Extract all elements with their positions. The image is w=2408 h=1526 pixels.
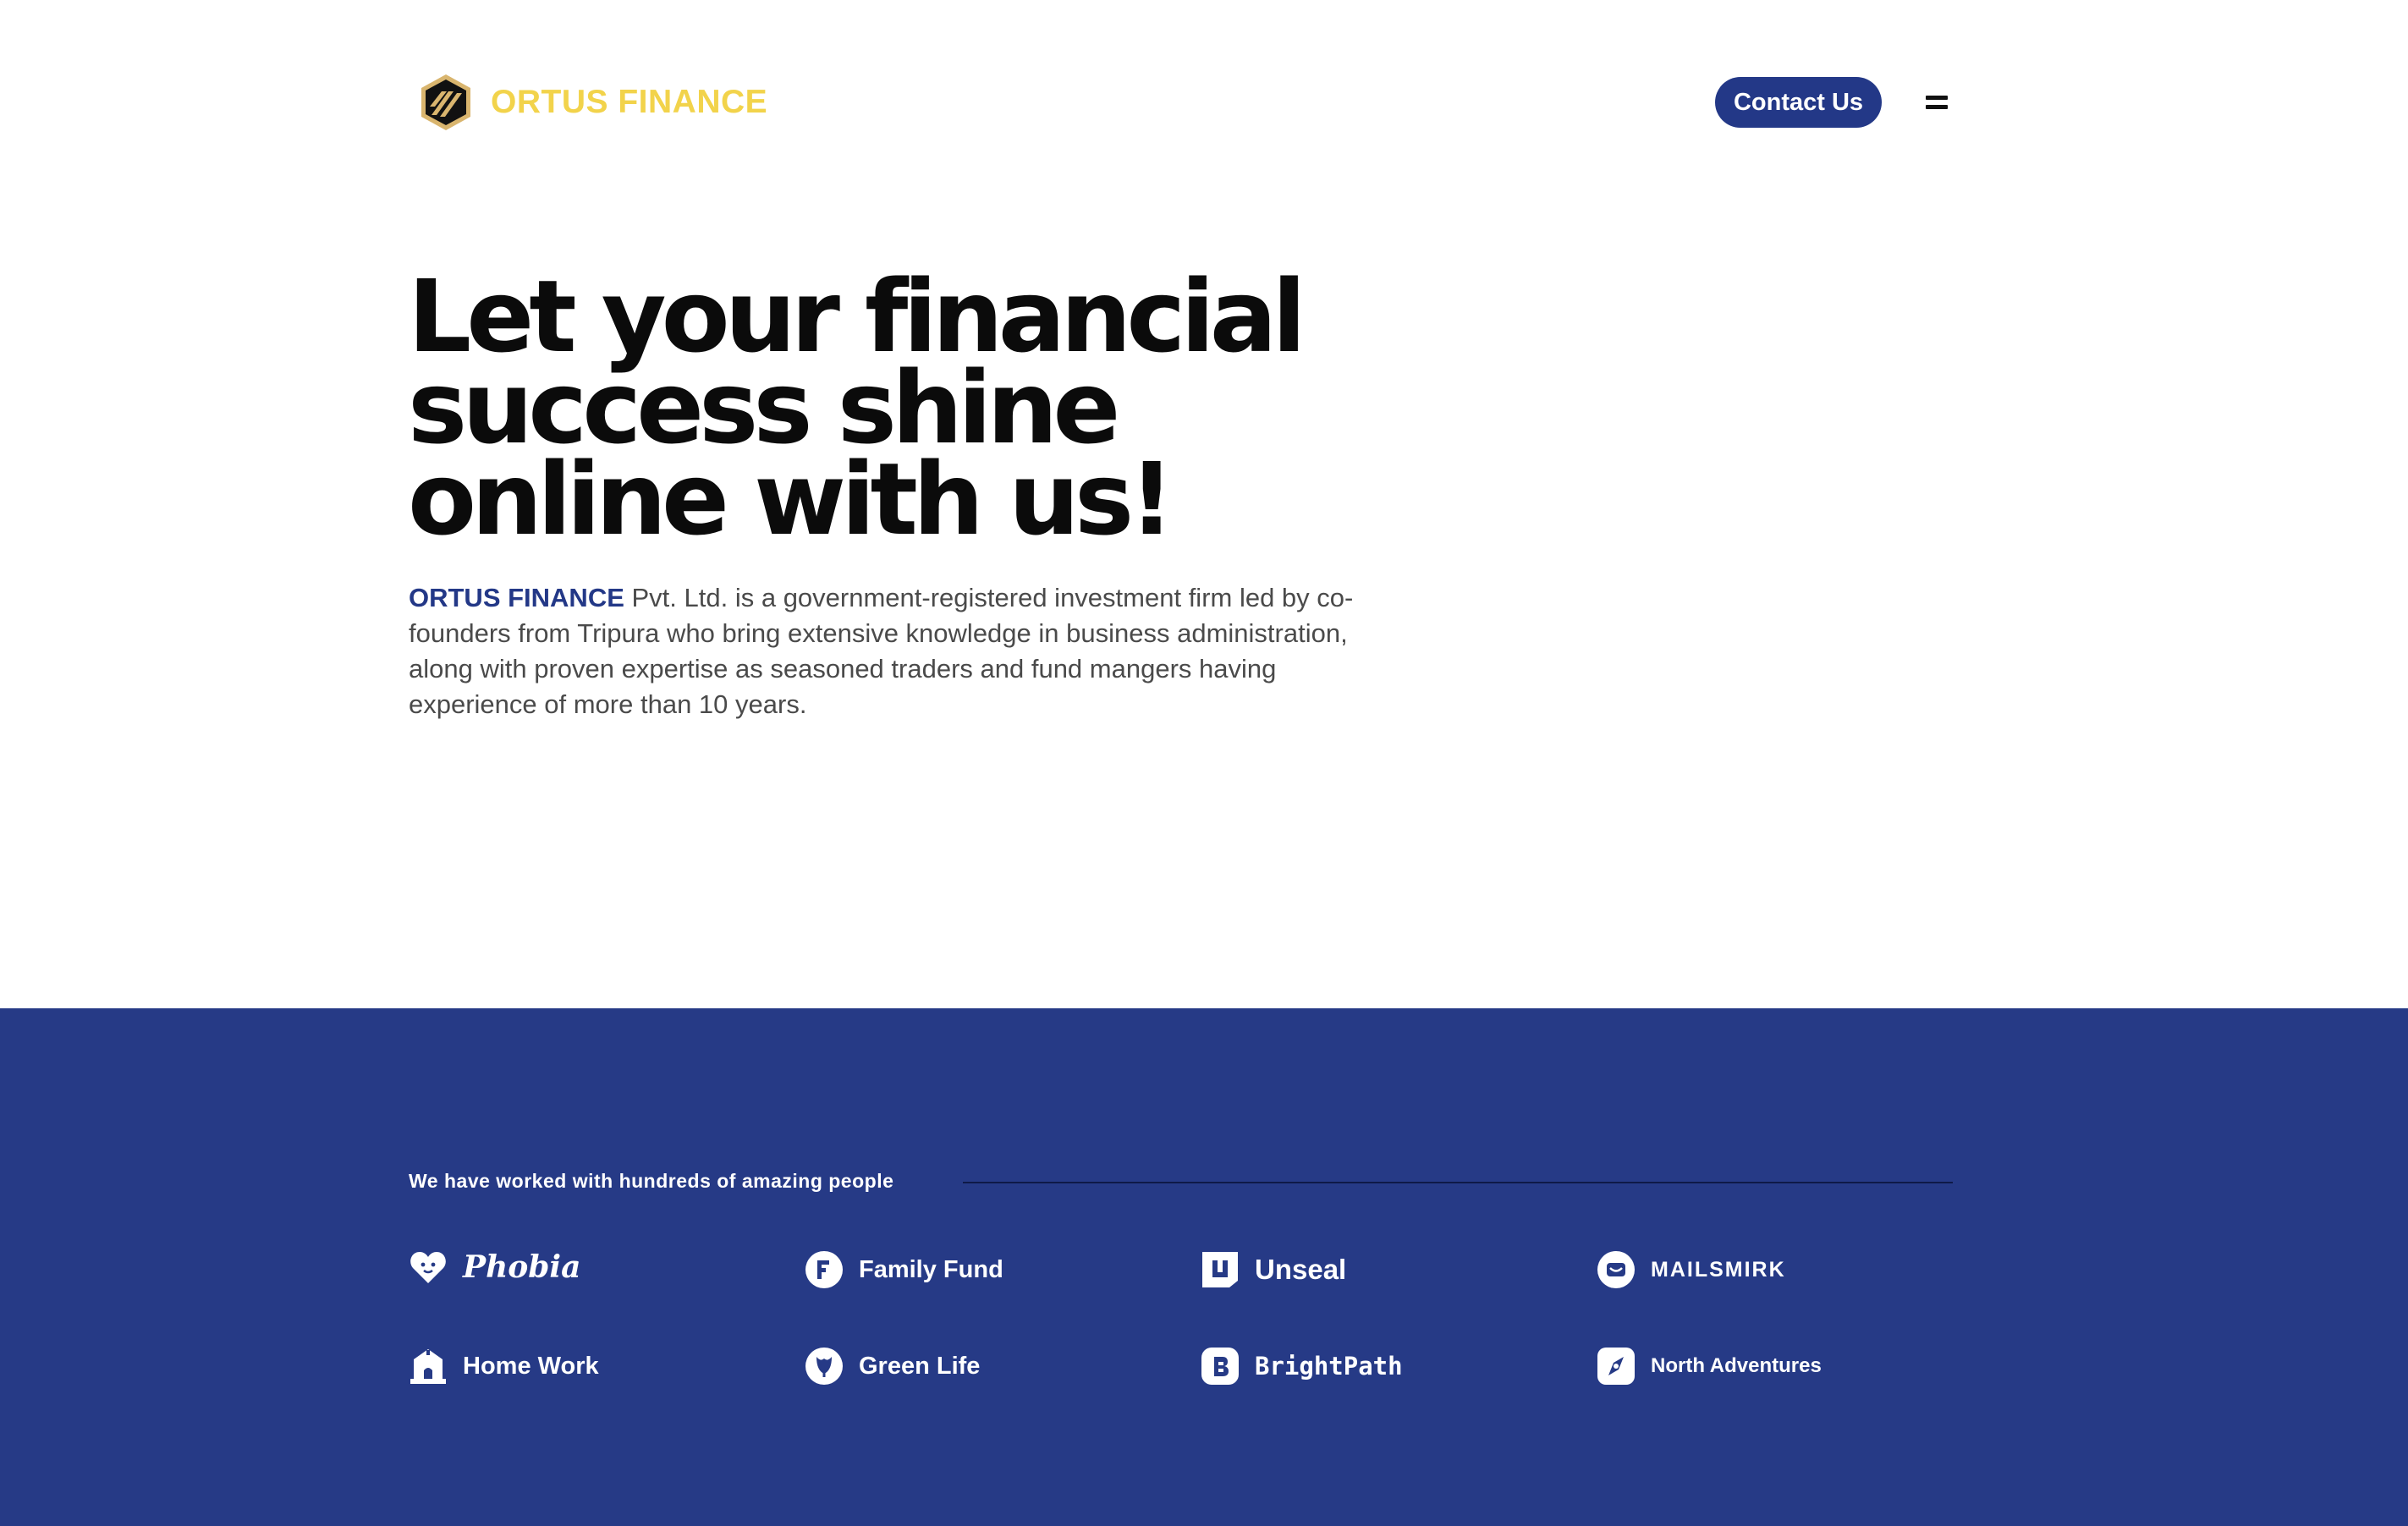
unseal-icon: [1202, 1252, 1238, 1287]
partner-name: Home Work: [463, 1352, 599, 1380]
leaf-icon: [805, 1348, 843, 1385]
partner-name: Green Life: [859, 1352, 981, 1380]
mail-smile-icon: [1597, 1251, 1635, 1288]
partner-name: Phobia: [463, 1249, 581, 1285]
partner-logo-family-fund: Family Fund: [805, 1250, 1003, 1289]
partner-logo-home-work: Home Work: [409, 1347, 599, 1386]
ortus-logo-icon: [421, 74, 470, 130]
menu-bar: [1926, 105, 1948, 109]
partner-name: Family Fund: [859, 1255, 1003, 1283]
partner-logo-unseal: Unseal: [1201, 1250, 1346, 1289]
partner-name: Unseal: [1255, 1254, 1347, 1285]
partners-divider: [963, 1182, 1953, 1183]
partner-logo-brightpath: BrightPath: [1201, 1347, 1403, 1386]
heart-icon: [410, 1252, 446, 1283]
hero-title-line: online with us!: [408, 441, 1174, 557]
partner-name: North Adventures: [1651, 1354, 1822, 1377]
hero-title-line: Let your financial: [408, 258, 1306, 375]
hero-title-line: success shine: [408, 349, 1120, 466]
site-header: ORTUS FINANCE Contact Us: [0, 0, 2408, 203]
partner-logo-mailsmirk: MAILSMIRK: [1597, 1250, 1786, 1289]
brand-logo[interactable]: ORTUS FINANCE: [418, 73, 767, 132]
hero-description: ORTUS FINANCE Pvt. Ltd. is a government-…: [409, 580, 1390, 722]
compass-icon: [1597, 1348, 1635, 1385]
partner-logo-green-life: Green Life: [805, 1347, 980, 1386]
partner-logo-north-adventures: North Adventures: [1597, 1347, 1822, 1386]
family-fund-icon: [805, 1251, 843, 1288]
partner-name: BrightPath: [1255, 1352, 1403, 1381]
menu-bar: [1926, 96, 1948, 100]
hero-title: Let your financial success shine online …: [408, 258, 1423, 557]
hamburger-icon[interactable]: [1921, 87, 1951, 118]
partners-heading: We have worked with hundreds of amazing …: [409, 1170, 893, 1193]
contact-us-button[interactable]: Contact Us: [1715, 77, 1882, 128]
partners-section: We have worked with hundreds of amazing …: [0, 1008, 2408, 1526]
partner-logo-phobia: Phobia: [409, 1248, 580, 1287]
partner-name: MAILSMIRK: [1651, 1257, 1786, 1282]
hero-description-brand: ORTUS FINANCE: [409, 583, 624, 612]
partners-heading-text: We have worked with hundreds of amazing …: [409, 1170, 894, 1192]
home-icon: [410, 1349, 446, 1384]
brightpath-icon: [1201, 1348, 1239, 1385]
brand-name: ORTUS FINANCE: [491, 84, 768, 120]
